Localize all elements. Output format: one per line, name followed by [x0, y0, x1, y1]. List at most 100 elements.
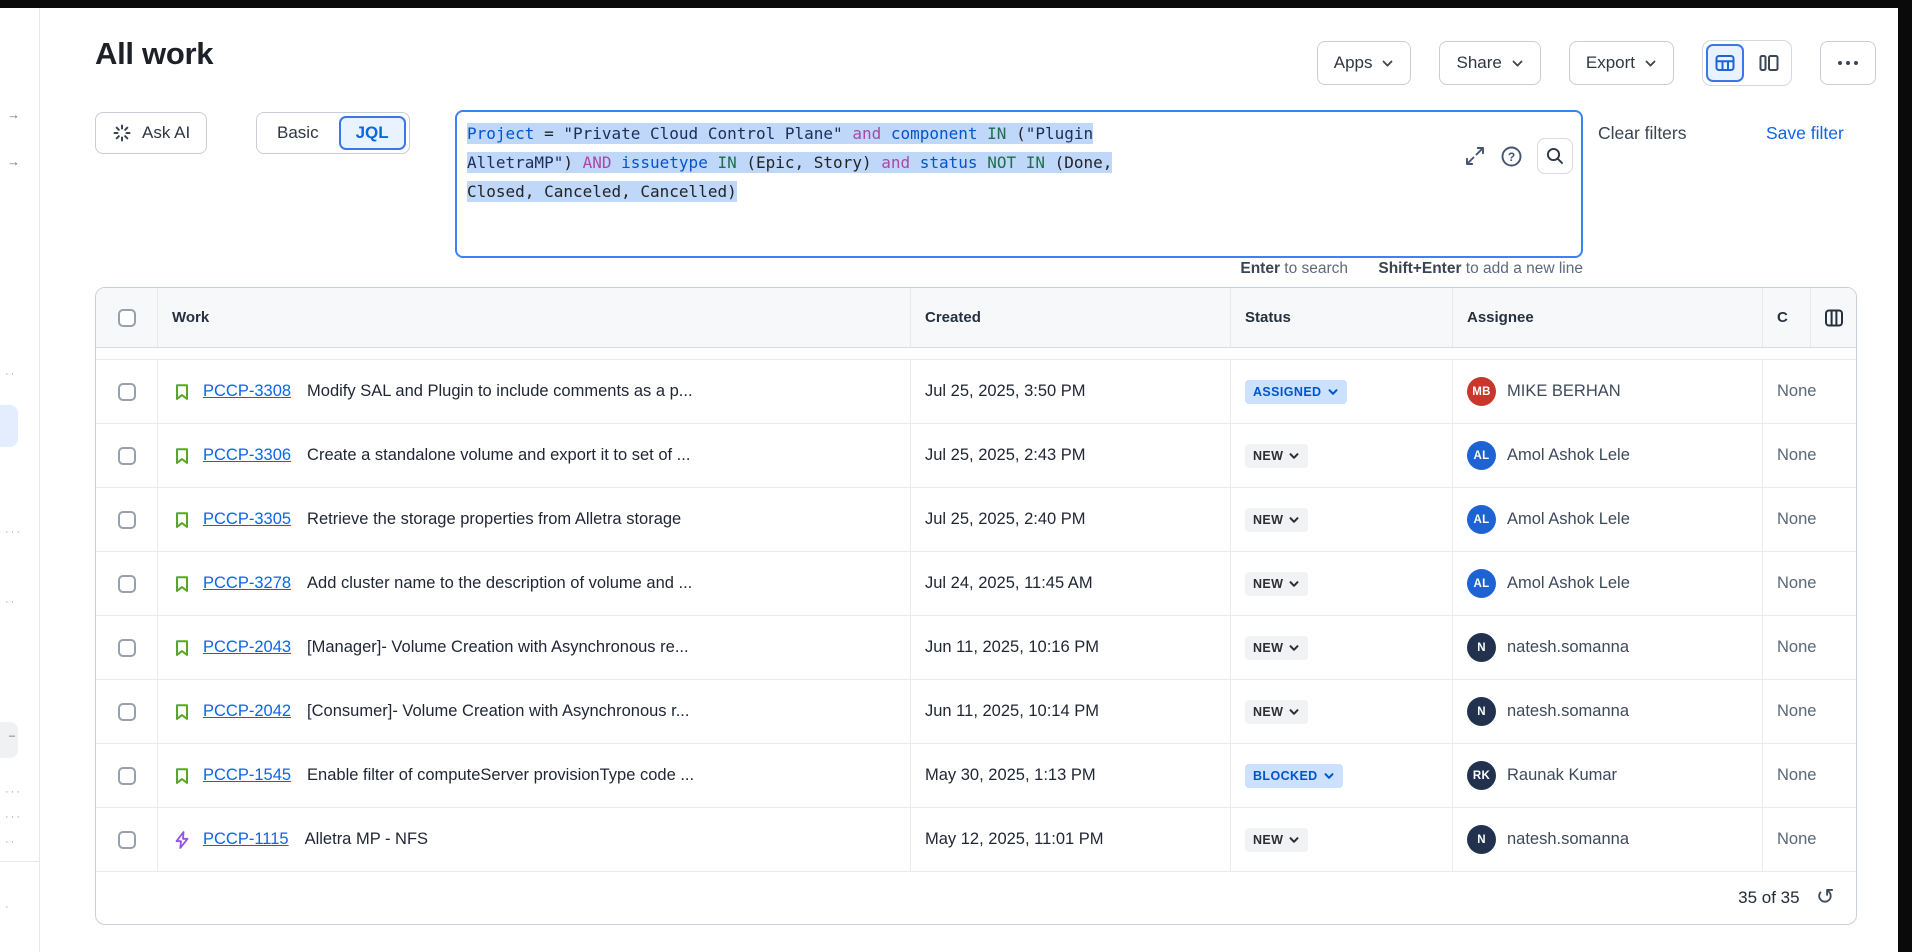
more-icon: [1838, 61, 1858, 65]
avatar: AL: [1467, 505, 1496, 534]
comments-value: None: [1777, 702, 1816, 721]
refresh-button[interactable]: ↻: [1816, 887, 1834, 909]
partial-scrolled-row: [96, 348, 1856, 360]
basic-mode-button[interactable]: Basic: [257, 113, 339, 153]
row-checkbox[interactable]: [118, 511, 136, 529]
story-bookmark-icon: [172, 382, 192, 402]
status-badge[interactable]: NEW: [1245, 572, 1308, 596]
row-checkbox[interactable]: [118, 383, 136, 401]
status-chevron: [1288, 514, 1300, 526]
save-filter-button[interactable]: Save filter: [1766, 118, 1844, 148]
issue-key-link[interactable]: PCCP-1545: [203, 766, 291, 785]
created-value: Jul 24, 2025, 11:45 AM: [925, 574, 1093, 593]
issue-key-link[interactable]: PCCP-3278: [203, 574, 291, 593]
status-badge[interactable]: NEW: [1245, 444, 1308, 468]
row-select-cell: [96, 360, 158, 423]
issue-key-link[interactable]: PCCP-2042: [203, 702, 291, 721]
status-badge[interactable]: NEW: [1245, 828, 1308, 852]
more-button[interactable]: [1820, 41, 1876, 85]
column-header-last[interactable]: C: [1763, 288, 1856, 347]
share-button[interactable]: Share: [1439, 41, 1540, 85]
row-select-cell: [96, 744, 158, 807]
chevron-down-icon: [1288, 578, 1300, 590]
comments-value: None: [1777, 830, 1816, 849]
row-checkbox[interactable]: [118, 575, 136, 593]
comments-cell: None: [1763, 680, 1856, 743]
help-button[interactable]: ?: [1500, 145, 1523, 168]
status-badge[interactable]: NEW: [1245, 636, 1308, 660]
assignee-name: Raunak Kumar: [1507, 766, 1617, 785]
jql-token: AND: [583, 153, 622, 172]
chevron-right-icon[interactable]: →: [7, 155, 20, 169]
jql-line: AlletraMP") AND issuetype IN (Epic, Stor…: [467, 148, 1571, 177]
clear-filters-button[interactable]: Clear filters: [1598, 118, 1687, 148]
table-body: PCCP-3308Modify SAL and Plugin to includ…: [96, 360, 1856, 872]
issue-key-link[interactable]: PCCP-3308: [203, 382, 291, 401]
ask-ai-button[interactable]: Ask AI: [95, 112, 207, 154]
column-header-work[interactable]: Work: [158, 288, 911, 347]
status-chevron: [1323, 770, 1335, 782]
created-value: Jul 25, 2025, 3:50 PM: [925, 382, 1086, 401]
status-cell: NEW: [1231, 424, 1453, 487]
status-badge[interactable]: NEW: [1245, 700, 1308, 724]
expand-button[interactable]: [1464, 145, 1486, 167]
status-badge[interactable]: BLOCKED: [1245, 764, 1343, 788]
search-button[interactable]: [1537, 138, 1573, 174]
refresh-icon: ↻: [1816, 887, 1834, 909]
column-header-assignee[interactable]: Assignee: [1453, 288, 1763, 347]
row-checkbox[interactable]: [118, 639, 136, 657]
row-checkbox[interactable]: [118, 703, 136, 721]
sidebar-item[interactable]: ··: [5, 836, 16, 848]
issue-key-link[interactable]: PCCP-3306: [203, 446, 291, 465]
sidebar-item[interactable]: ···: [5, 786, 22, 798]
row-checkbox[interactable]: [118, 831, 136, 849]
export-button[interactable]: Export: [1569, 41, 1674, 85]
table-row: PCCP-1115Alletra MP - NFSMay 12, 2025, 1…: [96, 808, 1856, 872]
status-badge[interactable]: ASSIGNED: [1245, 380, 1347, 404]
issue-summary: Add cluster name to the description of v…: [307, 574, 692, 593]
sidebar-item[interactable]: ··: [5, 368, 16, 380]
assignee-name: natesh.somanna: [1507, 702, 1629, 721]
sidebar-item[interactable]: ···: [5, 526, 22, 538]
work-cell: PCCP-3305Retrieve the storage properties…: [158, 488, 911, 551]
sidebar-item[interactable]: ···: [5, 811, 22, 823]
help-icon: ?: [1500, 145, 1523, 168]
jql-mode-button[interactable]: JQL: [339, 116, 406, 150]
apps-button[interactable]: Apps: [1317, 41, 1412, 85]
row-checkbox[interactable]: [118, 767, 136, 785]
sidebar-item[interactable]: ··: [5, 596, 16, 608]
issue-key-link[interactable]: PCCP-3305: [203, 510, 291, 529]
page-title: All work: [95, 36, 213, 72]
comments-cell: None: [1763, 360, 1856, 423]
manage-columns-button[interactable]: [1810, 288, 1856, 347]
sidebar-item[interactable]: ·: [5, 901, 11, 913]
hint-enter-key: Enter: [1240, 260, 1280, 277]
column-header-created[interactable]: Created: [911, 288, 1231, 347]
jql-editor[interactable]: Project = "Private Cloud Control Plane" …: [455, 110, 1583, 258]
jql-token: component: [891, 124, 987, 143]
select-all-checkbox[interactable]: [118, 309, 136, 327]
jql-token: "Private Cloud Control Plane": [563, 124, 852, 143]
jql-line: Closed, Canceled, Cancelled): [467, 177, 1571, 206]
row-checkbox[interactable]: [118, 447, 136, 465]
epic-lightning-icon: [172, 830, 192, 850]
issue-summary: Create a standalone volume and export it…: [307, 446, 690, 465]
table-row: PCCP-3308Modify SAL and Plugin to includ…: [96, 360, 1856, 424]
chevron-down-icon: [1288, 450, 1300, 462]
story-bookmark-icon: [172, 574, 192, 594]
status-badge-label: NEW: [1253, 833, 1283, 847]
row-select-cell: [96, 488, 158, 551]
sidebar-collapsed: → → ·· ··· ·· – ··· ··· ·· ·: [0, 8, 40, 952]
issue-key-link[interactable]: PCCP-1115: [203, 830, 289, 849]
detail-view-button[interactable]: [1750, 44, 1788, 82]
work-cell: PCCP-2043[Manager]- Volume Creation with…: [158, 616, 911, 679]
table-header-row: Work Created Status Assignee C: [96, 288, 1856, 348]
table-view-button[interactable]: [1706, 44, 1744, 82]
assignee-cell: ALAmol Ashok Lele: [1453, 552, 1763, 615]
issue-key-link[interactable]: PCCP-2043: [203, 638, 291, 657]
ai-sparkle-icon: [112, 123, 132, 143]
chevron-right-icon[interactable]: →: [7, 108, 20, 122]
status-badge[interactable]: NEW: [1245, 508, 1308, 532]
sidebar-item-selected[interactable]: [0, 405, 18, 447]
column-header-status[interactable]: Status: [1231, 288, 1453, 347]
